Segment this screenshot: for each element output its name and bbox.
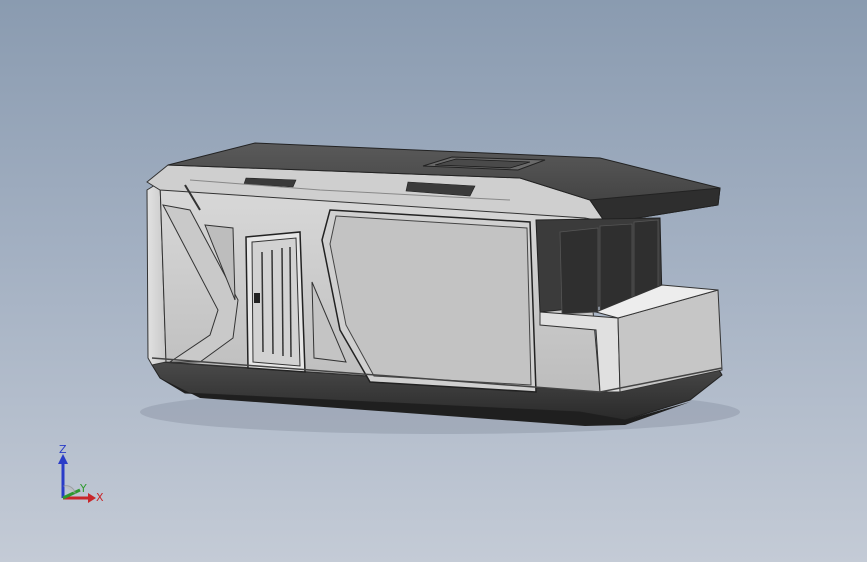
triad-plane-arc	[62, 485, 77, 495]
y-axis-label: Y	[79, 482, 87, 495]
z-axis-label: Z	[59, 443, 67, 456]
door-handle-icon[interactable]	[254, 293, 260, 303]
coordinate-triad: Z Y X	[58, 443, 104, 504]
x-axis-label: X	[96, 491, 104, 504]
x-axis-arrow	[88, 493, 96, 503]
3d-viewport[interactable]: Z Y X	[0, 0, 867, 562]
container-house-model[interactable]	[0, 0, 867, 562]
